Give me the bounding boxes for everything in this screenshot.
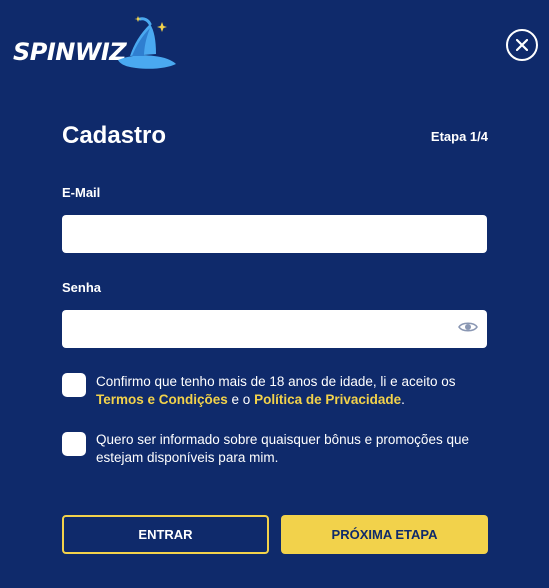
eye-icon[interactable]: [458, 320, 478, 334]
marketing-text: Quero ser informado sobre quaisquer bônu…: [96, 432, 469, 465]
terms-link[interactable]: Termos e Condições: [96, 392, 228, 407]
age-terms-text-middle: e o: [227, 392, 255, 407]
password-field[interactable]: [62, 310, 487, 348]
wizard-hat-icon: [118, 16, 176, 69]
marketing-checkbox[interactable]: [62, 432, 86, 456]
next-step-button[interactable]: PRÓXIMA ETAPA: [281, 515, 488, 554]
password-label: Senha: [62, 280, 102, 295]
page-title: Cadastro: [62, 122, 167, 149]
age-terms-text-end: .: [401, 392, 405, 407]
age-terms-text: Confirmo que tenho mais de 18 anos de id…: [96, 373, 496, 409]
close-button[interactable]: [506, 29, 538, 61]
age-terms-text-start: Confirmo que tenho mais de 18 anos de id…: [96, 374, 456, 389]
spinwiz-logo: SPINWIZ: [10, 16, 176, 72]
privacy-link[interactable]: Política de Privacidade: [254, 392, 401, 407]
close-icon: [516, 39, 528, 51]
email-label: E-Mail: [62, 185, 101, 200]
email-field[interactable]: [62, 215, 487, 253]
age-terms-checkbox[interactable]: [62, 373, 86, 397]
step-indicator: Etapa 1/4: [430, 129, 488, 144]
login-button[interactable]: ENTRAR: [62, 515, 269, 554]
